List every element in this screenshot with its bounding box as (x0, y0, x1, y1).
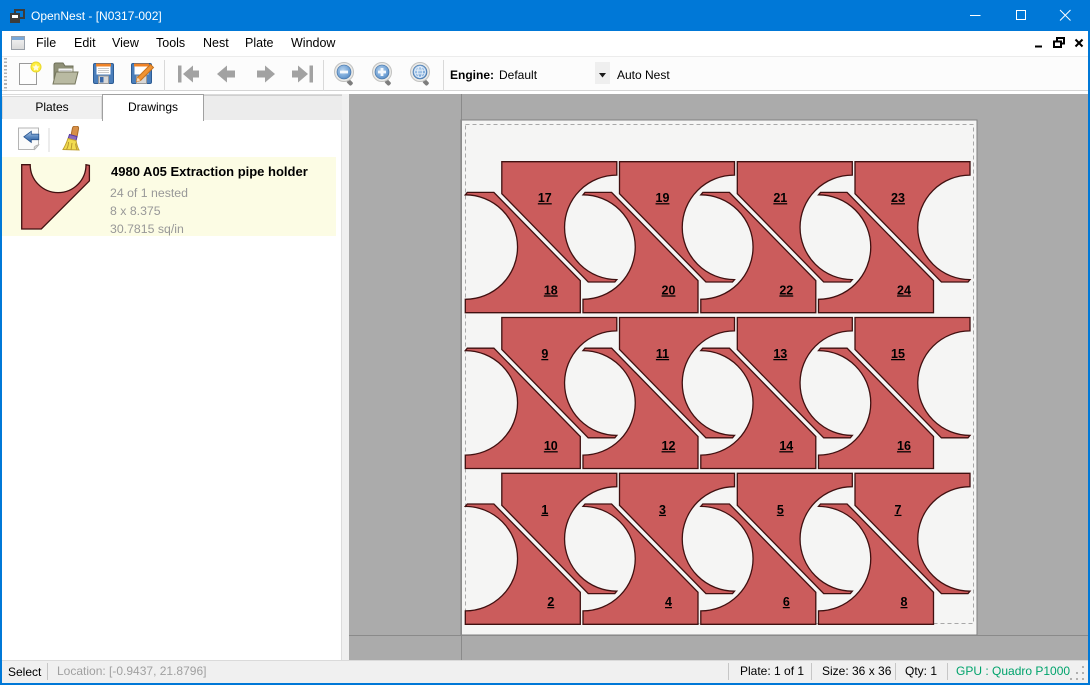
svg-text:12: 12 (662, 439, 676, 453)
svg-text:19: 19 (656, 191, 670, 205)
svg-text:14: 14 (779, 439, 793, 453)
svg-text:18: 18 (544, 283, 558, 297)
svg-text:20: 20 (662, 283, 676, 297)
svg-text:22: 22 (779, 283, 793, 297)
svg-text:9: 9 (541, 347, 548, 361)
svg-text:11: 11 (656, 347, 669, 361)
svg-text:7: 7 (895, 503, 902, 517)
svg-text:21: 21 (773, 191, 787, 205)
svg-text:17: 17 (538, 191, 552, 205)
svg-text:8: 8 (901, 595, 908, 609)
svg-text:2: 2 (547, 595, 554, 609)
svg-text:5: 5 (777, 503, 784, 517)
svg-text:24: 24 (897, 283, 911, 297)
svg-text:23: 23 (891, 191, 905, 205)
svg-text:1: 1 (541, 503, 548, 517)
svg-text:15: 15 (891, 347, 905, 361)
svg-text:16: 16 (897, 439, 911, 453)
svg-text:13: 13 (773, 347, 787, 361)
svg-text:6: 6 (783, 595, 790, 609)
svg-text:4: 4 (665, 595, 672, 609)
svg-text:10: 10 (544, 439, 558, 453)
svg-text:3: 3 (659, 503, 666, 517)
